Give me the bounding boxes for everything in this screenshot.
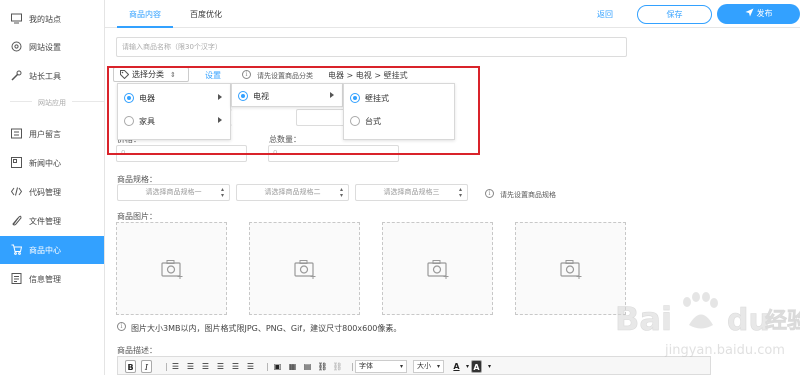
- camera-add-icon: [427, 260, 449, 279]
- sidebar-item-messages[interactable]: 用户留言: [0, 120, 104, 148]
- save-button[interactable]: 保存: [637, 5, 712, 24]
- publish-button[interactable]: 发布: [717, 4, 800, 24]
- spec-hint: 请先设置商品规格: [500, 191, 556, 199]
- link-icon[interactable]: ⛓: [317, 360, 328, 373]
- code-icon: [10, 186, 23, 197]
- top-bar: 商品内容 百度优化 返回 保存 发布: [105, 0, 800, 28]
- spec-select-1[interactable]: 请选择商品规格一 ▴ ▾: [117, 184, 230, 201]
- publish-label: 发布: [756, 9, 773, 18]
- image-icon[interactable]: ▣: [272, 360, 283, 373]
- align-center-icon[interactable]: ☰: [215, 360, 226, 373]
- tab-baidu-seo[interactable]: 百度优化: [190, 9, 222, 20]
- sidebar-item-files[interactable]: 文件管理: [0, 207, 104, 235]
- sidebar-item-webmaster-tools[interactable]: 站长工具: [0, 62, 104, 90]
- sidebar-item-label: 文件管理: [29, 216, 61, 226]
- baidu-jingyan-logo: Bai du 经验 jingyan.baidu.com: [615, 292, 800, 358]
- sidebar-item-label: 新闻中心: [29, 158, 61, 168]
- font-select-text: 字体: [359, 362, 373, 370]
- font-family-select[interactable]: 字体 ▾: [355, 360, 407, 373]
- sidebar-item-site-settings[interactable]: 网站设置: [0, 33, 104, 61]
- sidebar-item-info[interactable]: 信息管理: [0, 265, 104, 293]
- font-size-select[interactable]: 大小 ▾: [413, 360, 444, 373]
- image-label: 商品图片：: [117, 212, 157, 221]
- spec-select-2[interactable]: 请选择商品规格二 ▴ ▾: [236, 184, 349, 201]
- sidebar-item-label: 商品中心: [29, 245, 61, 255]
- sidebar-item-label: 用户留言: [29, 129, 61, 139]
- back-link[interactable]: 返回: [597, 9, 613, 20]
- background-color-button[interactable]: A: [471, 360, 482, 373]
- updown-chevron-icon: ▴ ▾: [339, 186, 343, 199]
- sidebar-group-label: 网站应用: [0, 98, 104, 108]
- table-icon[interactable]: ▦: [287, 360, 298, 373]
- unordered-list-icon[interactable]: ☰: [170, 360, 181, 373]
- bold-button[interactable]: B: [125, 360, 136, 373]
- font-color-button[interactable]: A: [451, 360, 462, 373]
- sidebar-item-my-site[interactable]: 我的站点: [0, 5, 104, 33]
- image-upload-slot-4[interactable]: [515, 222, 626, 315]
- sidebar-item-code[interactable]: 代码管理: [0, 178, 104, 206]
- updown-chevron-icon: ▴ ▾: [220, 186, 224, 199]
- sidebar-item-label: 我的站点: [29, 14, 61, 24]
- camera-add-icon: [161, 260, 183, 279]
- product-name-input[interactable]: 请输入商品名称（限30个汉字）: [116, 37, 627, 57]
- sidebar-item-label: 代码管理: [29, 187, 61, 197]
- spec-select-text: 请选择商品规格二: [264, 188, 321, 196]
- message-icon: [11, 128, 22, 139]
- caret-down-icon[interactable]: ▾: [484, 360, 495, 373]
- camera-add-icon: [294, 260, 316, 279]
- italic-button[interactable]: I: [141, 360, 152, 373]
- info-list-icon: [11, 273, 22, 284]
- spec-select-text: 请选择商品规格一: [145, 188, 202, 196]
- align-left-icon[interactable]: ☰: [200, 360, 211, 373]
- image-requirements-note: 图片大小3MB以内，图片格式限JPG、PNG、Gif，建议尺寸800x600像素…: [131, 324, 402, 333]
- active-tab-indicator: [117, 26, 173, 28]
- file-icon: [11, 215, 22, 226]
- image-upload-slot-1[interactable]: [116, 222, 227, 315]
- tab-product-content[interactable]: 商品内容: [129, 9, 161, 20]
- sidebar-item-products[interactable]: 商品中心: [0, 236, 104, 264]
- description-label: 商品描述：: [117, 346, 157, 355]
- svg-text:Bai: Bai: [615, 300, 672, 338]
- align-justify-icon[interactable]: ☰: [245, 360, 256, 373]
- info-icon: i: [117, 322, 126, 331]
- send-icon: [745, 8, 753, 17]
- sidebar-item-label: 网站设置: [29, 42, 61, 52]
- image-upload-slot-2[interactable]: [249, 222, 360, 315]
- sidebar-item-news[interactable]: 新闻中心: [0, 149, 104, 177]
- sidebar: 我的站点 网站设置 站长工具 网站应用 用户留言 新闻中心 代码管理 文件管理 …: [0, 0, 105, 375]
- updown-chevron-icon: ▴ ▾: [458, 186, 462, 199]
- caret-down-icon: ▾: [399, 363, 403, 370]
- align-right-icon[interactable]: ☰: [230, 360, 241, 373]
- spec-select-3[interactable]: 请选择商品规格三 ▴ ▾: [355, 184, 468, 201]
- svg-text:jingyan.baidu.com: jingyan.baidu.com: [664, 343, 785, 358]
- image-upload-slot-3[interactable]: [382, 222, 493, 315]
- highlight-annotation-box: [107, 66, 480, 155]
- cart-icon: [11, 244, 23, 255]
- baidu-watermark: Bai du 经验 jingyan.baidu.com: [615, 282, 800, 375]
- sidebar-item-label: 站长工具: [29, 71, 61, 81]
- camera-add-icon: [560, 260, 582, 279]
- info-icon: i: [485, 189, 494, 198]
- svg-text:du: du: [727, 303, 770, 338]
- settings-icon: [11, 41, 22, 52]
- ordered-list-icon[interactable]: ☰: [185, 360, 196, 373]
- tools-icon: [11, 70, 22, 81]
- caret-down-icon: ▾: [436, 363, 440, 370]
- size-select-text: 大小: [417, 362, 431, 370]
- sidebar-item-label: 信息管理: [29, 274, 61, 284]
- news-icon: [11, 157, 22, 168]
- horizontal-rule-icon[interactable]: ▤: [302, 360, 313, 373]
- svg-text:经验: 经验: [765, 308, 800, 334]
- unlink-icon[interactable]: ⛓: [332, 360, 343, 373]
- spec-select-text: 请选择商品规格三: [383, 188, 440, 196]
- monitor-icon: [11, 13, 22, 24]
